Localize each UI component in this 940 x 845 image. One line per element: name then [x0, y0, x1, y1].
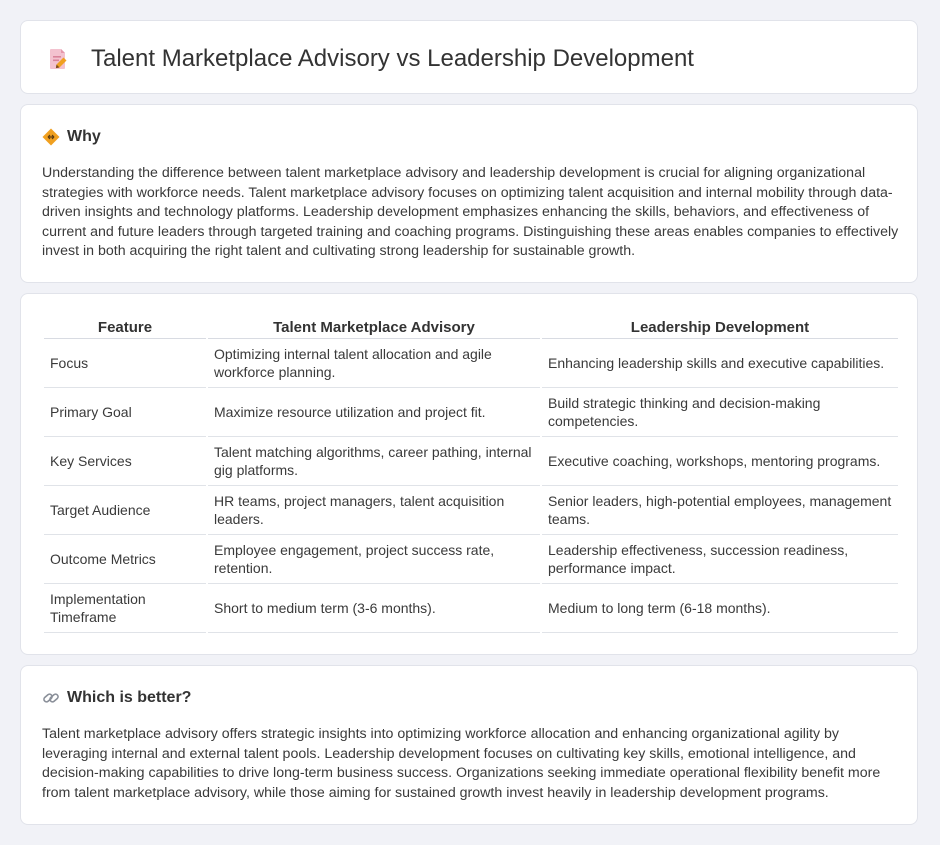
table-row: Outcome Metrics Employee engagement, pro…: [44, 535, 898, 584]
leadership-cell: Medium to long term (6-18 months).: [542, 584, 898, 633]
link-icon: [43, 693, 59, 703]
feature-cell: Key Services: [44, 437, 206, 486]
table-header-row: Feature Talent Marketplace Advisory Lead…: [44, 316, 898, 339]
header-talent-marketplace: Talent Marketplace Advisory: [208, 316, 540, 339]
why-heading-row: Why: [42, 127, 101, 147]
leadership-cell: Executive coaching, workshops, mentoring…: [542, 437, 898, 486]
feature-cell: Outcome Metrics: [44, 535, 206, 584]
comparison-section: Feature Talent Marketplace Advisory Lead…: [20, 293, 918, 655]
talent-cell: Short to medium term (3-6 months).: [208, 584, 540, 633]
diamond-arrows-icon: [42, 128, 60, 146]
better-heading: Which is better?: [67, 689, 192, 706]
title-card: Talent Marketplace Advisory vs Leadershi…: [20, 20, 918, 94]
header-leadership-development: Leadership Development: [542, 316, 898, 339]
page-title: Talent Marketplace Advisory vs Leadershi…: [91, 45, 694, 72]
which-is-better-section: Which is better? Talent marketplace advi…: [20, 665, 918, 825]
table-row: Target Audience HR teams, project manage…: [44, 486, 898, 535]
why-text: Understanding the difference between tal…: [42, 165, 899, 260]
leadership-cell: Build strategic thinking and decision-ma…: [542, 388, 898, 437]
feature-cell: Primary Goal: [44, 388, 206, 437]
feature-cell: Implementation Timeframe: [44, 584, 206, 633]
table-row: Focus Optimizing internal talent allocat…: [44, 339, 898, 388]
why-heading: Why: [67, 128, 101, 145]
leadership-cell: Senior leaders, high-potential employees…: [542, 486, 898, 535]
better-heading-row: Which is better?: [42, 688, 191, 708]
why-section: Why Understanding the difference between…: [20, 104, 918, 283]
comparison-table: Feature Talent Marketplace Advisory Lead…: [42, 316, 900, 633]
talent-cell: Maximize resource utilization and projec…: [208, 388, 540, 437]
document-pencil-icon: [50, 49, 67, 69]
leadership-cell: Enhancing leadership skills and executiv…: [542, 339, 898, 388]
talent-cell: Talent matching algorithms, career pathi…: [208, 437, 540, 486]
talent-cell: Optimizing internal talent allocation an…: [208, 339, 540, 388]
better-text: Talent marketplace advisory offers strat…: [42, 726, 881, 801]
talent-cell: Employee engagement, project success rat…: [208, 535, 540, 584]
talent-cell: HR teams, project managers, talent acqui…: [208, 486, 540, 535]
header-feature: Feature: [44, 316, 206, 339]
leadership-cell: Leadership effectiveness, succession rea…: [542, 535, 898, 584]
feature-cell: Target Audience: [44, 486, 206, 535]
table-row: Key Services Talent matching algorithms,…: [44, 437, 898, 486]
feature-cell: Focus: [44, 339, 206, 388]
table-row: Implementation Timeframe Short to medium…: [44, 584, 898, 633]
table-row: Primary Goal Maximize resource utilizati…: [44, 388, 898, 437]
